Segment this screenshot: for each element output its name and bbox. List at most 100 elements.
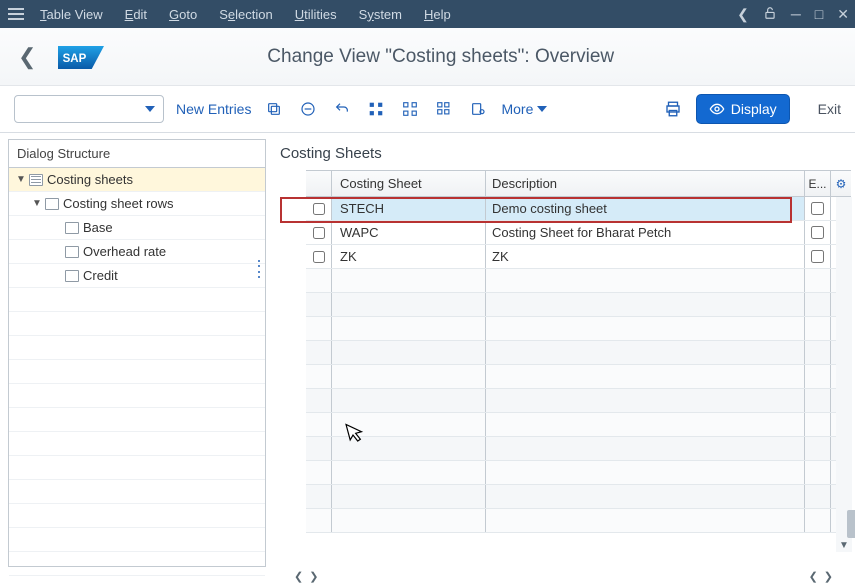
page-title: Change View "Costing sheets": Overview <box>44 46 837 68</box>
tree-node-credit[interactable]: Credit <box>9 264 265 288</box>
print-icon[interactable] <box>662 100 684 118</box>
cell-sheet[interactable]: STECH <box>332 197 486 220</box>
table-row-empty <box>306 437 851 461</box>
undo-icon[interactable] <box>331 101 353 117</box>
table-row[interactable]: WAPC Costing Sheet for Bharat Petch <box>306 221 851 245</box>
maximize-icon[interactable]: □ <box>815 6 823 22</box>
tree-empty-row <box>9 360 265 384</box>
menu-goto[interactable]: Goto <box>169 7 197 22</box>
table-row-empty <box>306 317 851 341</box>
row-e-checkbox[interactable] <box>811 226 824 239</box>
tree-empty-row <box>9 384 265 408</box>
select-block-icon[interactable] <box>399 102 421 116</box>
toolbar: New Entries More Display Exit <box>0 86 855 133</box>
tree-empty-row <box>9 504 265 528</box>
table-row-empty <box>306 413 851 437</box>
cell-sheet[interactable]: ZK <box>332 245 486 268</box>
menu-burger-icon[interactable] <box>6 6 26 22</box>
menu-table-view[interactable]: Table View <box>40 7 103 22</box>
cell-desc[interactable]: Costing Sheet for Bharat Petch <box>486 221 805 244</box>
scroll-left-icon[interactable]: ❮ <box>294 570 303 583</box>
menu-utilities[interactable]: Utilities <box>295 7 337 22</box>
back-button[interactable]: ❮ <box>18 44 36 70</box>
cell-desc[interactable]: Demo costing sheet <box>486 197 805 220</box>
tree-empty-row <box>9 336 265 360</box>
new-entries-button[interactable]: New Entries <box>176 101 251 117</box>
table-row-empty <box>306 389 851 413</box>
col-header-e[interactable]: E... <box>805 171 831 196</box>
splitter-handle[interactable] <box>258 260 266 278</box>
table-row-empty <box>306 509 851 533</box>
collapse-icon[interactable]: ▼ <box>15 174 27 185</box>
dialog-structure-panel: Dialog Structure ▼ Costing sheets ▼ Cost… <box>8 139 266 567</box>
table-row-empty <box>306 269 851 293</box>
folder-icon <box>65 222 79 234</box>
horizontal-scrollbar[interactable]: ❮ ❯ ❮ ❯ <box>294 569 833 583</box>
tree-empty-row <box>9 552 265 576</box>
menu-help[interactable]: Help <box>424 7 451 22</box>
tree: ▼ Costing sheets ▼ Costing sheet rows Ba… <box>9 168 265 576</box>
tree-empty-row <box>9 456 265 480</box>
tree-label: Costing sheets <box>47 172 133 187</box>
tree-node-rows[interactable]: ▼ Costing sheet rows <box>9 192 265 216</box>
copy-icon[interactable] <box>263 101 285 117</box>
scroll-up-icon[interactable] <box>836 197 852 211</box>
cell-desc[interactable]: ZK <box>486 245 805 268</box>
tree-node-base[interactable]: Base <box>9 216 265 240</box>
row-checkbox[interactable] <box>313 227 325 239</box>
folder-icon <box>45 198 59 210</box>
scroll-left-icon[interactable]: ❮ <box>809 570 818 583</box>
grid-header: Costing Sheet Description E... ⚙ <box>306 171 851 197</box>
menubar: Table View Edit Goto Selection Utilities… <box>0 0 855 28</box>
scroll-thumb[interactable] <box>847 510 855 538</box>
folder-list-icon <box>29 174 43 186</box>
cell-sheet[interactable]: WAPC <box>332 221 486 244</box>
table-row-empty <box>306 293 851 317</box>
deselect-icon[interactable] <box>433 102 455 116</box>
lock-open-icon[interactable] <box>763 6 777 23</box>
tree-node-overhead[interactable]: Overhead rate <box>9 240 265 264</box>
content-area: Costing Sheets Costing Sheet Description… <box>266 133 855 567</box>
config-icon[interactable] <box>467 101 489 117</box>
tree-node-costing-sheets[interactable]: ▼ Costing sheets <box>9 168 265 192</box>
tree-empty-row <box>9 480 265 504</box>
menu-edit[interactable]: Edit <box>125 7 147 22</box>
col-select-all[interactable] <box>306 171 332 196</box>
close-icon[interactable]: ✕ <box>837 6 849 23</box>
scroll-right-icon[interactable]: ❯ <box>824 570 833 583</box>
mode-dropdown[interactable] <box>14 95 164 123</box>
menu-selection[interactable]: Selection <box>219 7 272 22</box>
col-header-desc[interactable]: Description <box>486 171 805 196</box>
more-button[interactable]: More <box>501 101 547 117</box>
row-e-checkbox[interactable] <box>811 250 824 263</box>
select-all-icon[interactable] <box>365 102 387 116</box>
main-layout: Dialog Structure ▼ Costing sheets ▼ Cost… <box>0 133 855 567</box>
exit-button[interactable]: Exit <box>818 101 841 117</box>
costing-sheets-grid: Costing Sheet Description E... ⚙ STECH D… <box>306 170 851 552</box>
table-row[interactable]: ZK ZK <box>306 245 851 269</box>
display-button[interactable]: Display <box>696 94 790 124</box>
tree-empty-row <box>9 288 265 312</box>
content-heading: Costing Sheets <box>280 145 855 162</box>
collapse-icon[interactable]: ▼ <box>31 198 43 209</box>
folder-icon <box>65 246 79 258</box>
scroll-right-icon[interactable]: ❯ <box>309 570 318 583</box>
row-e-checkbox[interactable] <box>811 202 824 215</box>
row-checkbox[interactable] <box>313 203 325 215</box>
table-row-empty <box>306 485 851 509</box>
tree-label: Costing sheet rows <box>63 196 174 211</box>
grid-settings-icon[interactable]: ⚙ <box>831 171 851 196</box>
chevron-left-icon[interactable]: ❮ <box>737 6 749 23</box>
vertical-scrollbar[interactable]: ▼ <box>836 197 852 552</box>
minimize-icon[interactable]: ─ <box>791 6 801 22</box>
table-row[interactable]: STECH Demo costing sheet ▲ <box>306 197 851 221</box>
delete-icon[interactable] <box>297 101 319 117</box>
tree-label: Overhead rate <box>83 244 166 259</box>
menu-system[interactable]: System <box>359 7 402 22</box>
page-header: ❮ SAP Change View "Costing sheets": Over… <box>0 28 855 86</box>
table-row-empty <box>306 365 851 389</box>
scroll-down-icon[interactable]: ▼ <box>836 538 852 552</box>
col-header-sheet[interactable]: Costing Sheet <box>332 171 486 196</box>
row-checkbox[interactable] <box>313 251 325 263</box>
sidebar-title: Dialog Structure <box>9 140 265 168</box>
